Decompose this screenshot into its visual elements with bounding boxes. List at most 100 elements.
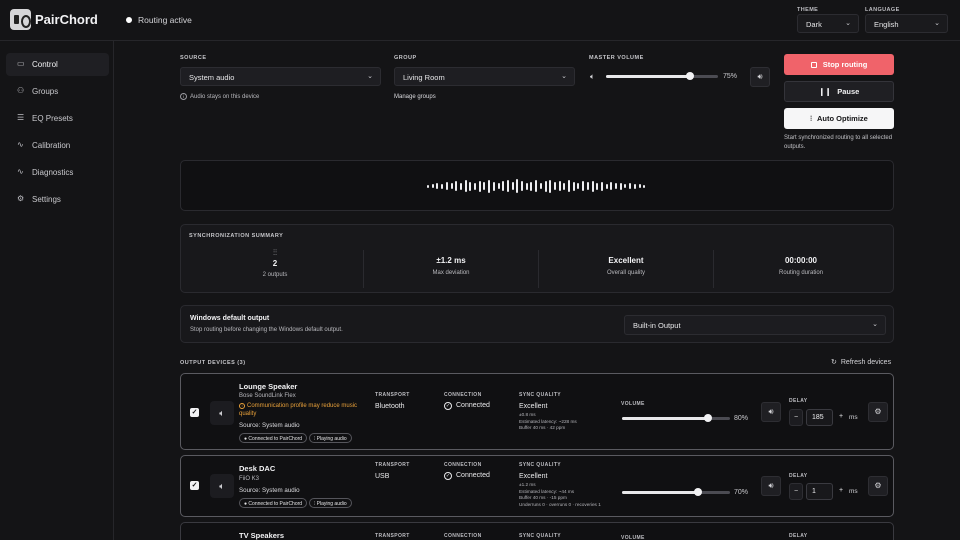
device-volume-knob[interactable] xyxy=(693,488,702,496)
waveform-bar xyxy=(610,182,613,190)
stop-icon xyxy=(810,62,817,68)
master-mute-button[interactable]: 🔊︎ xyxy=(750,67,770,87)
sync-detail-deviation: ±0.8 ms xyxy=(519,412,536,417)
delay-decrement-button[interactable]: − xyxy=(789,409,803,426)
gear-icon: ⚙ xyxy=(17,194,25,203)
waveform-bar xyxy=(624,184,627,188)
summary-duration-label: Routing duration xyxy=(778,270,824,276)
device-volume-slider[interactable] xyxy=(622,414,730,422)
device-mute-button[interactable]: 🔊︎ xyxy=(761,476,781,496)
sync-summary-panel: SYNCHRONIZATION SUMMARY ⫶⫶ 2 2 outputs ±… xyxy=(180,224,894,293)
device-settings-button[interactable]: ⚙ xyxy=(868,402,888,422)
sidebar-item-diagnostics[interactable]: ∿ Diagnostics xyxy=(6,161,109,184)
group-select-value: Living Room xyxy=(403,73,445,82)
pause-button[interactable]: ❙❙ Pause xyxy=(784,81,894,102)
waveform-bar xyxy=(553,182,556,190)
windows-output-select[interactable]: Built-in Output ⌄ xyxy=(624,315,886,335)
device-volume-slider[interactable] xyxy=(622,488,730,496)
sidebar-item-label: EQ Presets xyxy=(32,114,73,123)
info-icon: i xyxy=(180,93,187,100)
device-checkbox[interactable]: ✓ xyxy=(190,408,199,417)
sidebar-item-calibration[interactable]: ∿ Calibration xyxy=(6,134,109,157)
master-volume-fill xyxy=(606,75,690,78)
device-volume-fill xyxy=(622,417,709,420)
status-dot-icon xyxy=(126,17,132,23)
waveform-bar xyxy=(464,180,467,192)
device-settings-button[interactable]: ⚙ xyxy=(868,476,888,496)
delay-input[interactable]: 1 xyxy=(806,483,833,500)
waveform-bar xyxy=(483,182,486,190)
waveform-bar xyxy=(474,182,476,190)
sync-detail-buffer: Buffer 40 ms · 42 ppm xyxy=(519,425,566,431)
playing-badge: ⫶ Playing audio xyxy=(309,498,352,508)
sync-quality-label: SYNC QUALITY xyxy=(519,462,562,468)
source-select[interactable]: System audio ⌄ xyxy=(180,67,381,86)
sidebar-item-control[interactable]: ▭ Control xyxy=(6,53,109,76)
device-volume-value: 70% xyxy=(734,489,749,496)
speaker-icon: 🔊︎ xyxy=(768,481,774,490)
app-root: PairChord Routing active THEME Dark ⌄ LA… xyxy=(0,0,960,540)
source-label: SOURCE xyxy=(180,55,207,61)
device-card: TV Speakers TRANSPORT CONNECTION SYNC QU… xyxy=(180,522,894,540)
volume-label: VOLUME xyxy=(621,401,645,407)
language-label: LANGUAGE xyxy=(865,7,900,13)
waveform-bar xyxy=(506,180,509,192)
language-select[interactable]: English ⌄ xyxy=(865,14,948,33)
delay-decrement-button[interactable]: − xyxy=(789,483,803,500)
waveform-bar xyxy=(441,183,444,189)
theme-select[interactable]: Dark ⌄ xyxy=(797,14,859,33)
auto-optimize-label: Auto Optimize xyxy=(817,114,868,123)
theme-select-value: Dark xyxy=(806,20,822,29)
waveform-bar xyxy=(586,182,589,190)
playing-badge-text: Playing audio xyxy=(316,501,347,507)
stop-routing-button[interactable]: Stop routing xyxy=(784,54,894,75)
source-note: i Audio stays on this device xyxy=(180,93,259,100)
waveform-bar xyxy=(572,181,575,191)
gear-icon: ⚙ xyxy=(874,481,882,490)
transport-value: Bluetooth xyxy=(375,403,405,410)
warning-icon: ! xyxy=(239,403,245,409)
delay-label: DELAY xyxy=(789,398,808,404)
sliders-icon: ☰ xyxy=(17,113,25,122)
delay-increment-button[interactable]: + xyxy=(834,409,848,426)
auto-optimize-button[interactable]: ⫶ Auto Optimize xyxy=(784,108,894,129)
chevron-down-icon: ⌄ xyxy=(367,73,373,80)
waveform-bar xyxy=(549,179,552,193)
device-name: TV Speakers xyxy=(239,531,285,540)
waveform-bar xyxy=(544,180,547,192)
sidebar-item-eq-presets[interactable]: ☰ EQ Presets xyxy=(6,107,109,130)
sync-detail-deviation: ±1.2 ms xyxy=(519,482,536,487)
summary-quality: Excellent Overall quality xyxy=(539,256,713,296)
delay-increment-button[interactable]: + xyxy=(834,483,848,500)
master-volume-slider[interactable] xyxy=(606,72,718,80)
connection-value: Connected xyxy=(456,402,490,409)
sidebar-item-groups[interactable]: ⚇ Groups xyxy=(6,80,109,103)
master-volume-knob[interactable] xyxy=(686,72,694,80)
waveform-bar xyxy=(497,183,500,189)
delay-unit: ms xyxy=(849,414,858,421)
device-checkbox[interactable]: ✓ xyxy=(190,481,199,490)
waveform-bar xyxy=(459,182,462,190)
check-icon: ✓ xyxy=(191,482,198,489)
summary-duration-value: 00:00:00 xyxy=(784,256,818,265)
waveform-bar xyxy=(605,183,608,189)
manage-groups-link[interactable]: Manage groups xyxy=(394,94,436,100)
device-mute-button[interactable]: 🔊︎ xyxy=(761,402,781,422)
connection-value: Connected xyxy=(456,472,490,479)
group-label: GROUP xyxy=(394,55,417,61)
sidebar-item-label: Settings xyxy=(32,195,61,204)
sync-detail-buffer: Buffer 40 ms · -15 ppm xyxy=(519,495,567,501)
refresh-devices-button[interactable]: ↻ Refresh devices xyxy=(831,358,891,366)
waveform-bar xyxy=(582,181,585,191)
delay-input[interactable]: 185 xyxy=(806,409,833,426)
waveform-icon: ⫶⫶ xyxy=(273,248,277,257)
master-volume-value: 75% xyxy=(723,73,738,80)
sidebar-item-label: Diagnostics xyxy=(32,168,74,177)
connection-status: ✓ Connected xyxy=(444,402,490,410)
device-volume-knob[interactable] xyxy=(704,414,713,422)
group-select[interactable]: Living Room ⌄ xyxy=(394,67,575,86)
sidebar-item-settings[interactable]: ⚙ Settings xyxy=(6,188,109,211)
pulse-icon: ∿ xyxy=(17,167,24,176)
sync-quality-label: SYNC QUALITY xyxy=(519,392,562,398)
master-volume-label: MASTER VOLUME xyxy=(589,55,644,61)
